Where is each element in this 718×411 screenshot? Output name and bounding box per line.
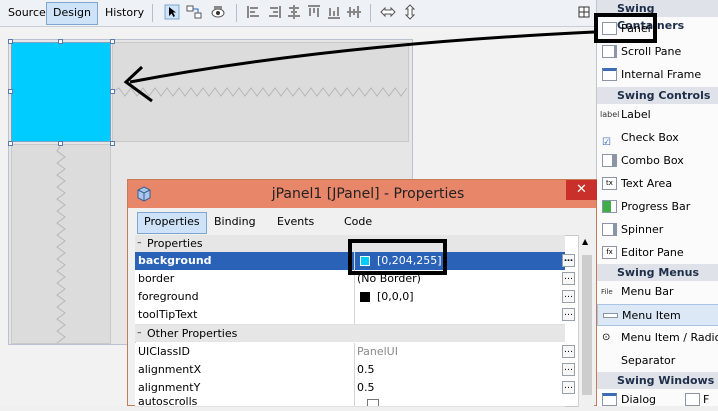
annotation-arrow bbox=[123, 30, 595, 103]
